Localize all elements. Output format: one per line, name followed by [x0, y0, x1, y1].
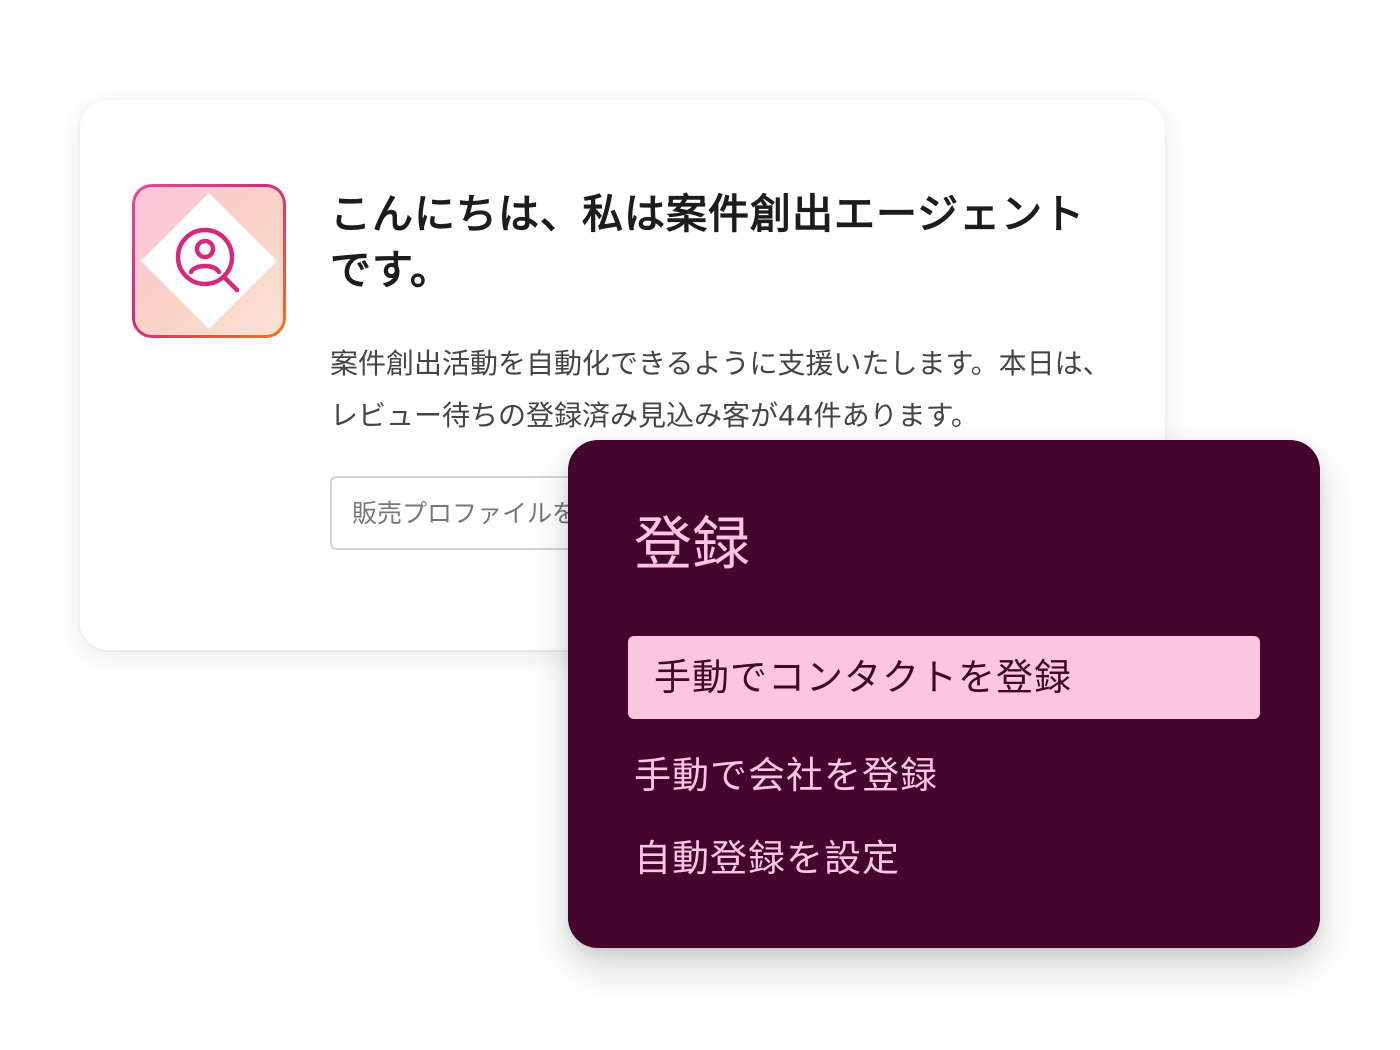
- register-menu-title: 登録: [634, 510, 751, 578]
- menu-item-register-contact-manually[interactable]: 手動でコンタクトを登録: [628, 636, 1260, 719]
- register-menu-list: 手動でコンタクトを登録 手動で会社を登録 自動登録を設定: [628, 636, 1260, 900]
- register-menu: 登録 手動でコンタクトを登録 手動で会社を登録 自動登録を設定: [568, 440, 1320, 948]
- agent-description: 案件創出活動を自動化できるように支援いたします。本日は、レビュー待ちの登録済み見…: [330, 347, 1111, 432]
- agent-greeting-title: こんにちは、私は案件創出エージェントです。: [330, 190, 1086, 294]
- person-search-icon: [135, 187, 283, 335]
- menu-item-configure-auto-register[interactable]: 自動登録を設定: [628, 817, 1260, 900]
- menu-item-register-company-manually[interactable]: 手動で会社を登録: [628, 734, 1260, 817]
- agent-avatar: [132, 184, 286, 338]
